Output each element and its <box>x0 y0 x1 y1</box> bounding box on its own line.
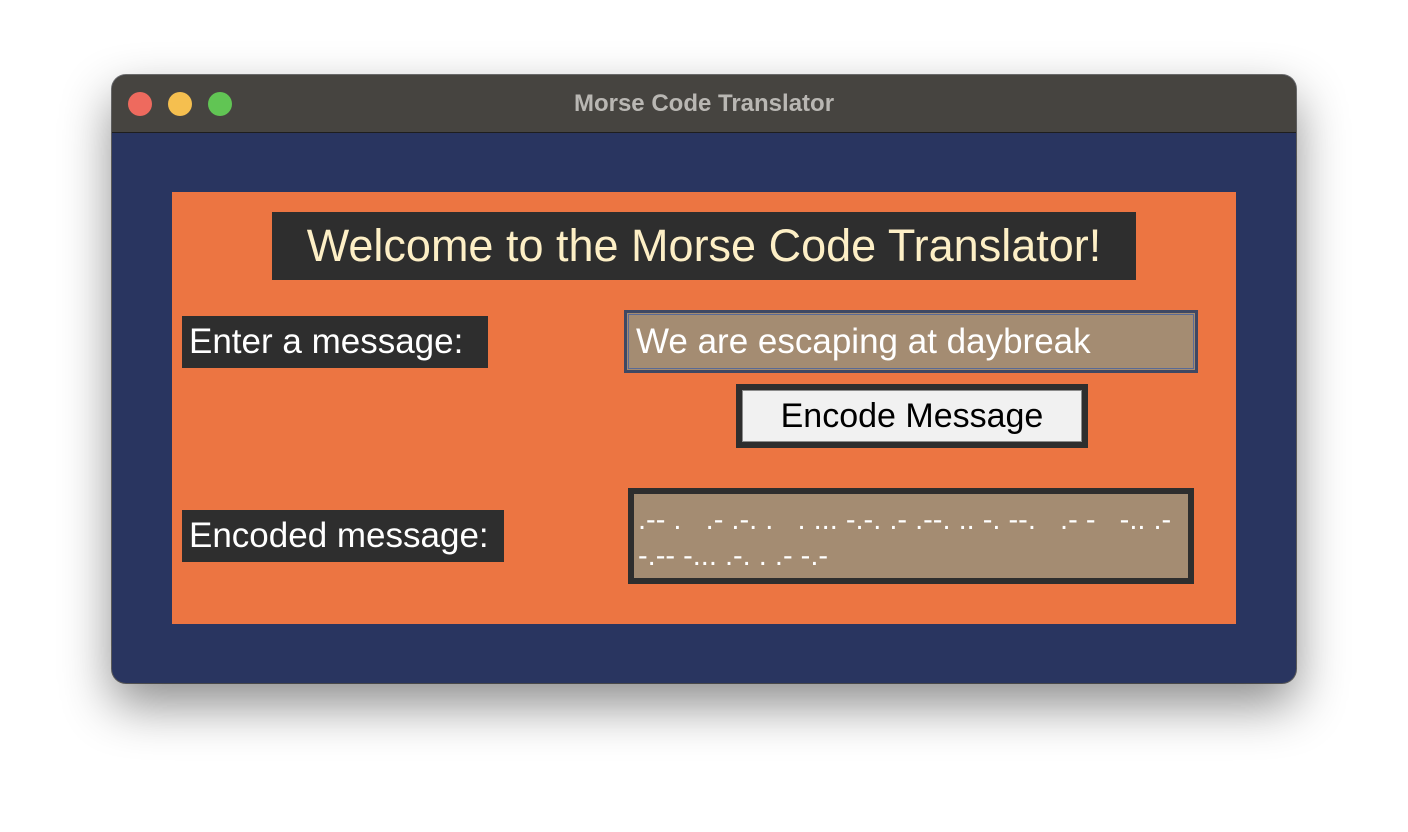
encode-message-button[interactable]: Encode Message <box>742 390 1082 442</box>
title-bar: Morse Code Translator <box>112 75 1296 133</box>
encoded-message-label: Encoded message: <box>182 510 504 562</box>
encode-button-frame: Encode Message <box>736 384 1088 448</box>
welcome-heading: Welcome to the Morse Code Translator! <box>272 212 1136 280</box>
app-window: Morse Code Translator Welcome to the Mor… <box>112 75 1296 683</box>
window-title: Morse Code Translator <box>573 90 835 117</box>
message-input-label: Enter a message: <box>182 316 488 368</box>
encoded-message-output: .-- . .- .-. . . ... -.-. .- .--. .. -. … <box>628 488 1194 584</box>
main-panel: Welcome to the Morse Code Translator! En… <box>172 192 1236 624</box>
message-input[interactable] <box>624 310 1198 373</box>
